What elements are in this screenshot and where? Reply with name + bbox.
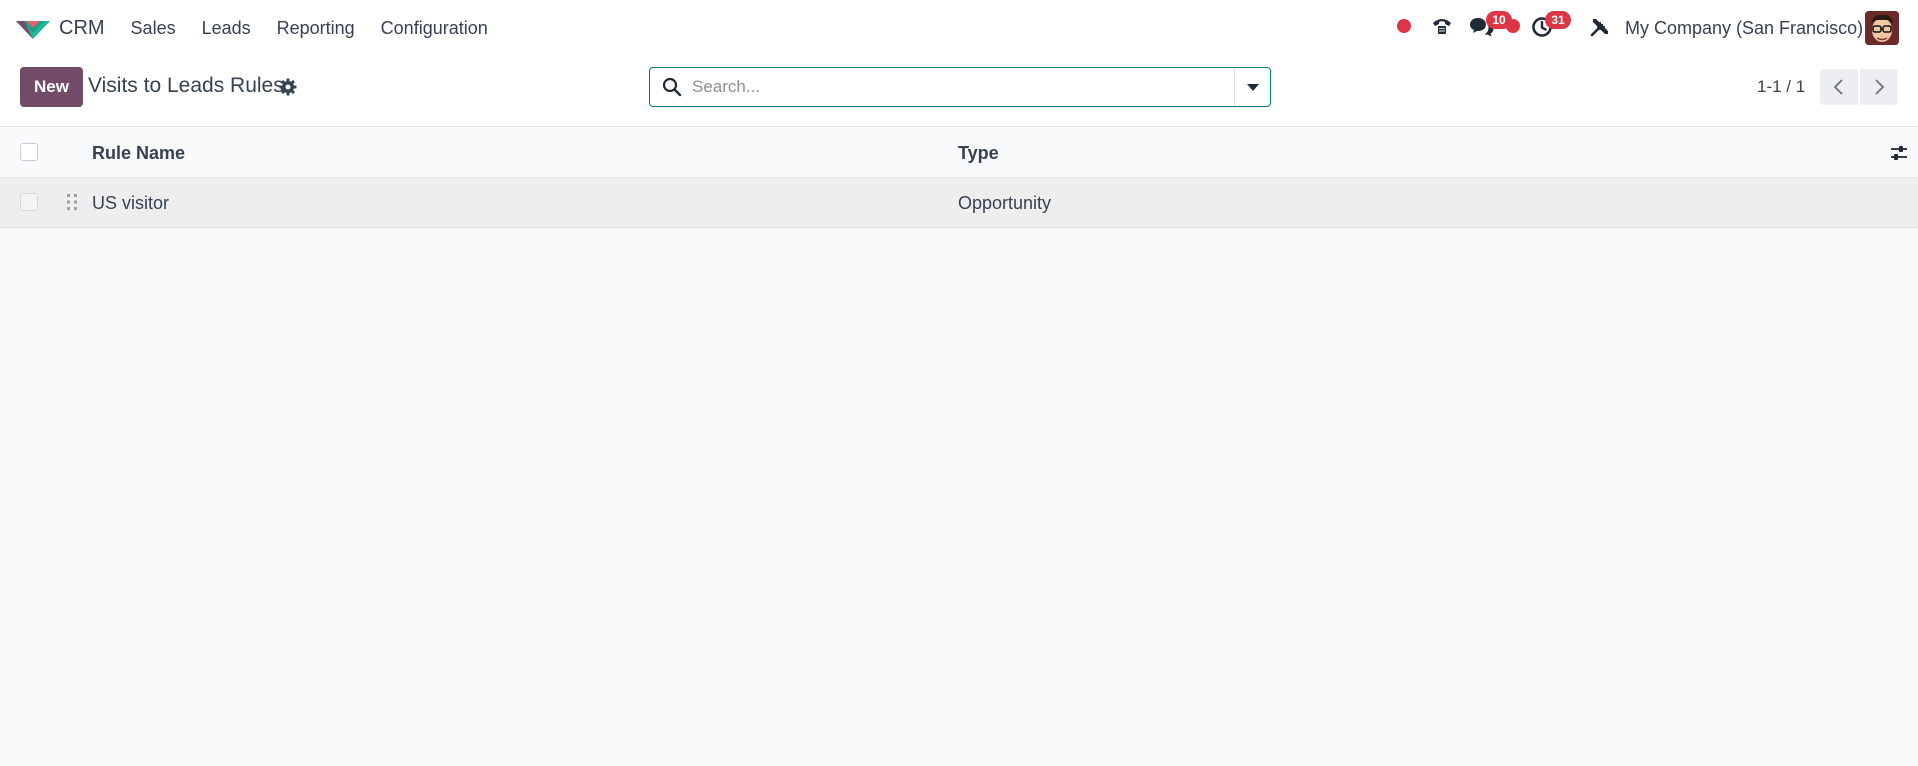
table-row[interactable]: US visitor Opportunity [0, 178, 1918, 228]
gear-icon[interactable] [279, 78, 297, 96]
pager-previous-button[interactable] [1820, 69, 1858, 105]
cell-rule-name[interactable]: US visitor [92, 193, 169, 214]
search-input[interactable] [692, 69, 1234, 105]
column-header-type[interactable]: Type [958, 143, 999, 164]
tools-icon[interactable] [1589, 16, 1611, 38]
control-panel: New Visits to Leads Rules 1-1 / 1 [0, 57, 1918, 127]
caret-down-icon [1246, 83, 1259, 91]
row-checkbox[interactable] [20, 193, 38, 211]
search-icon[interactable] [662, 77, 682, 97]
chevron-right-icon [1875, 79, 1885, 95]
select-all-checkbox[interactable] [20, 143, 38, 161]
menu-reporting[interactable]: Reporting [277, 18, 355, 39]
page-title[interactable]: Visits to Leads Rules [88, 74, 284, 98]
phone-icon[interactable] [1430, 14, 1454, 38]
new-button[interactable]: New [20, 67, 83, 107]
search-options-toggle[interactable] [1234, 68, 1270, 106]
search-bar [649, 67, 1271, 107]
list-view: Rule Name Type US visitor Opportunity [0, 128, 1918, 228]
cell-type[interactable]: Opportunity [958, 193, 1051, 214]
app-name[interactable]: CRM [59, 17, 105, 40]
pager-next-button[interactable] [1860, 69, 1898, 105]
pager-value[interactable]: 1-1 / 1 [1757, 77, 1805, 97]
user-avatar[interactable] [1865, 11, 1899, 45]
list-header: Rule Name Type [0, 128, 1918, 178]
messages-count-badge: 10 [1486, 11, 1512, 29]
drag-handle-icon[interactable] [65, 193, 79, 211]
app-brand[interactable]: CRM [16, 17, 105, 41]
company-switcher[interactable]: My Company (San Francisco) [1625, 18, 1863, 39]
recording-dot-icon[interactable] [1397, 19, 1411, 33]
menu-leads[interactable]: Leads [202, 18, 251, 39]
menu-sales[interactable]: Sales [131, 18, 176, 39]
column-header-rule-name[interactable]: Rule Name [92, 143, 185, 164]
app-menu: Sales Leads Reporting Configuration [131, 18, 514, 39]
menu-configuration[interactable]: Configuration [381, 18, 488, 39]
optional-columns-toggle-icon[interactable] [1889, 143, 1909, 163]
chevron-left-icon [1833, 79, 1843, 95]
crm-logo-icon [16, 20, 50, 39]
activities-count-badge: 31 [1545, 11, 1571, 29]
user-avatar-icon [1865, 11, 1899, 45]
